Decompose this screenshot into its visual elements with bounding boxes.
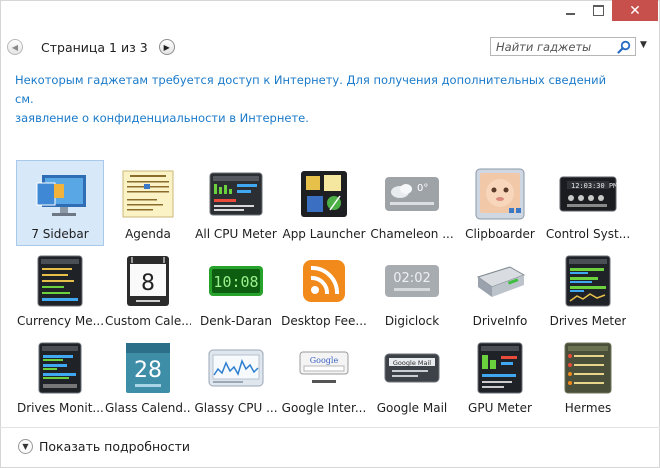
notice-line-1: Некоторым гаджетам требуется доступ к Ин… [15, 73, 607, 106]
gadget-label: Glass Calend... [105, 401, 191, 415]
google-search-icon: Google [293, 341, 355, 395]
gadget-tile[interactable]: 02:02 Digiclock [368, 247, 456, 333]
cpu-meter-icon [205, 167, 267, 221]
chevron-right-icon: ▶ [163, 42, 170, 52]
gadget-label: Chameleon ... [370, 227, 454, 241]
gadget-tile[interactable]: 8 Custom Cale... [104, 247, 192, 333]
minimize-icon [565, 12, 575, 15]
app-launcher-icon [293, 167, 355, 221]
window-controls: ✕ [556, 0, 658, 21]
svg-text:8: 8 [141, 271, 155, 296]
gadget-label: Drives Meter [549, 314, 627, 328]
internet-access-notice: Некоторым гаджетам требуется доступ к Ин… [15, 71, 615, 128]
search-icon[interactable] [614, 38, 634, 55]
gadget-label: Clipboarder [465, 227, 535, 241]
svg-text:0°: 0° [417, 183, 428, 194]
cpu-graph-icon [205, 341, 267, 395]
page-navigator: ◀ Страница 1 из 3 ▶ [7, 37, 175, 57]
gadget-tile[interactable]: Google Mail Google Mail [368, 334, 456, 420]
svg-text:28: 28 [134, 358, 162, 383]
rss-feed-icon [293, 254, 355, 308]
close-button[interactable]: ✕ [612, 0, 658, 21]
custom-calendar-icon: 8 [117, 254, 179, 308]
calendar-agenda-icon [117, 167, 179, 221]
drives-monitor-icon [29, 341, 91, 395]
gpu-meter-icon [469, 341, 531, 395]
gadget-tile[interactable]: DriveInfo [456, 247, 544, 333]
gadget-label: DriveInfo [472, 314, 528, 328]
next-page-button[interactable]: ▶ [158, 39, 175, 55]
maximize-button[interactable] [584, 0, 612, 21]
gadget-tile[interactable]: Google Google Inter... [280, 334, 368, 420]
gadget-tile[interactable]: Hermes [544, 334, 632, 420]
gadget-label: Google Inter... [281, 401, 367, 415]
currency-meter-icon [29, 254, 91, 308]
gadget-label: Google Mail [376, 401, 448, 415]
gadget-label: Currency Me... [17, 314, 103, 328]
gadget-label: Custom Cale... [105, 314, 191, 328]
gadget-tile[interactable]: Agenda [104, 160, 192, 246]
gadget-label: Hermes [564, 401, 612, 415]
gadget-tile[interactable]: Desktop Fee... [280, 247, 368, 333]
drive-icon [469, 254, 531, 308]
gadget-tile[interactable]: All CPU Meter [192, 160, 280, 246]
gadget-label: Drives Monit... [17, 401, 103, 415]
search-input[interactable] [491, 39, 614, 54]
gadget-tile[interactable]: Clipboarder [456, 160, 544, 246]
gadget-label: 7 Sidebar [31, 227, 89, 241]
svg-text:02:02: 02:02 [393, 271, 430, 286]
drives-meter-icon [557, 254, 619, 308]
green-digital-clock-icon: 10:08 [205, 254, 267, 308]
monitor-sidebar-icon [29, 167, 91, 221]
chevron-down-icon: ▼ [18, 439, 33, 454]
clock-control-icon: 12:03:30 PM [557, 167, 619, 221]
gadget-label: Glassy CPU ... [194, 401, 278, 415]
digiclock-icon: 02:02 [381, 254, 443, 308]
gadget-tile[interactable]: Drives Monit... [16, 334, 104, 420]
hermes-icon [557, 341, 619, 395]
gadget-tile[interactable]: Glassy CPU ... [192, 334, 280, 420]
previous-page-button[interactable]: ◀ [7, 39, 23, 55]
gadget-label: Agenda [125, 227, 171, 241]
chevron-left-icon: ◀ [11, 42, 19, 52]
svg-text:12:03:30 PM: 12:03:30 PM [571, 182, 617, 190]
gadget-tile[interactable]: 0° Chameleon ... [368, 160, 456, 246]
search-dropdown-arrow-icon[interactable]: ▼ [640, 40, 647, 50]
page-indicator: Страница 1 из 3 [41, 39, 148, 55]
show-details-label: Показать подробности [39, 439, 191, 454]
footer-divider [0, 427, 660, 428]
svg-text:10:08: 10:08 [213, 273, 258, 291]
gadget-label: All CPU Meter [195, 227, 277, 241]
gadget-label: App Launcher [282, 227, 366, 241]
gadget-tile[interactable]: Currency Me... [16, 247, 104, 333]
privacy-statement-link[interactable]: заявление о конфиденциальности в Интерне… [15, 109, 615, 128]
svg-text:Google: Google [310, 356, 339, 365]
gadget-label: Denk-Daran [200, 314, 272, 328]
glass-calendar-icon: 28 [117, 341, 179, 395]
gadget-tile[interactable]: GPU Meter [456, 334, 544, 420]
gadget-tile[interactable]: App Launcher [280, 160, 368, 246]
gadget-tile[interactable]: 10:08 Denk-Daran [192, 247, 280, 333]
gadget-tile[interactable]: Drives Meter [544, 247, 632, 333]
close-icon: ✕ [629, 2, 641, 19]
gadget-tile[interactable]: 12:03:30 PM Control Syst... [544, 160, 632, 246]
weather-icon: 0° [381, 167, 443, 221]
gadget-tile[interactable]: 7 Sidebar [16, 160, 104, 246]
gadget-label: Desktop Fee... [281, 314, 367, 328]
gadget-tile[interactable]: 28 Glass Calend... [104, 334, 192, 420]
minimize-button[interactable] [556, 0, 584, 21]
search-box [490, 37, 636, 56]
show-details-toggle[interactable]: ▼ Показать подробности [18, 439, 190, 454]
gadget-label: Digiclock [384, 314, 440, 328]
baby-photo-icon [469, 167, 531, 221]
svg-text:Google Mail: Google Mail [393, 359, 431, 367]
gadget-label: GPU Meter [468, 401, 532, 415]
gadget-label: Control Syst... [545, 227, 631, 241]
maximize-icon [592, 5, 604, 16]
google-mail-icon: Google Mail [381, 341, 443, 395]
